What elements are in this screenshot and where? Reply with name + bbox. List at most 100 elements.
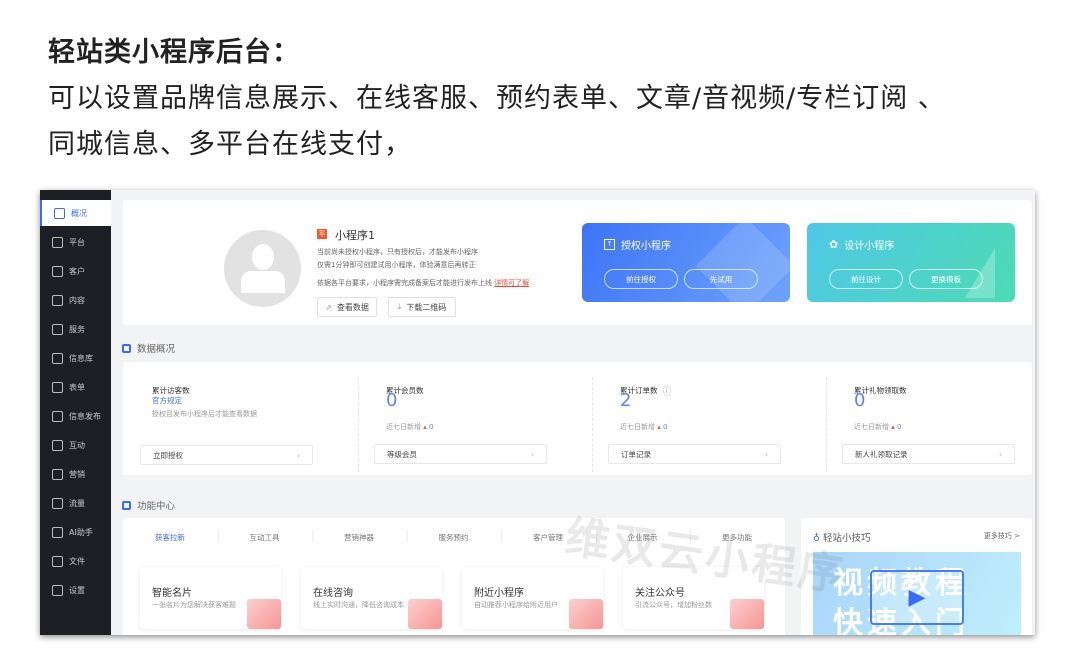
function-tab[interactable]: 营销神器 [312, 532, 406, 543]
video-tutorial-banner[interactable]: 视频教程 快速入门 ▶ [813, 552, 1021, 635]
profile-note: 当前尚未授权小程序，只有授权后，才能发布小程序 [317, 248, 478, 256]
heading-title: 轻站类小程序后台： [48, 37, 300, 68]
function-tab[interactable]: 获客拉新 [123, 532, 217, 543]
play-icon[interactable]: ▶ [870, 570, 964, 625]
sidebar-item[interactable]: 文件 [40, 548, 111, 574]
sidebar-item[interactable]: 互动 [40, 432, 111, 458]
chevron-right-icon: › [297, 450, 300, 460]
authorize-card: ↑ 授权小程序 前往授权 先试用 [582, 223, 790, 302]
grid-icon [122, 500, 131, 510]
function-tab[interactable]: 互动工具 [218, 532, 312, 543]
sidebar-item[interactable]: 客户 [40, 258, 111, 284]
heading-line: 同城信息、多平台在线支付， [48, 129, 412, 160]
function-card[interactable]: 智能名片 一张名片为您解决获客难题 [140, 567, 281, 629]
sidebar-item-label: 信息库 [69, 353, 93, 363]
publish-icon [52, 410, 63, 422]
avatar [224, 230, 301, 307]
details-link[interactable]: 详情可了解 [494, 279, 529, 287]
download-qr-button[interactable]: ⤓ 下载二维码 [388, 297, 456, 317]
up-arrow-icon: ▴ [891, 423, 895, 431]
function-card[interactable]: 关注公众号引流公众号，增加粉丝数 [623, 567, 764, 629]
sidebar-item[interactable]: 营销 [40, 461, 111, 487]
sidebar-item-label: 流量 [69, 498, 85, 508]
profile-note: 依据各平台要求，小程序需完成备案后才能进行发布上线 详情可了解 [317, 278, 529, 288]
stat-note: 授权且发布小程序后才能查看数据 [152, 410, 257, 418]
profile-card: 平 小程序1 当前尚未授权小程序，只有授权后，才能发布小程序 仅需1分钟即可创建… [123, 200, 1032, 325]
chevron-right-icon: › [765, 449, 768, 459]
function-center-card: 获客拉新 互动工具 营销神器 服务预约 客户管理 企业展示 更多功能智能名片 一张名片为您解决… [123, 518, 785, 635]
sidebar-item[interactable]: AI助手 [40, 519, 111, 545]
function-desc: 线上实时沟通，降低咨询成本 [313, 601, 404, 609]
sidebar-item-label: 平台 [69, 237, 85, 247]
change-template-button[interactable]: 更换模板 [909, 269, 983, 289]
official-rules-link[interactable]: 官方规定 [152, 395, 182, 406]
sidebar-item-label: 设置 [69, 585, 85, 595]
sidebar-item[interactable]: 表单 [40, 374, 111, 400]
sidebar-item[interactable]: 信息发布 [40, 403, 111, 429]
tips-card: ♁ 轻站小技巧 更多技巧 > 视频教程 快速入门 ▶ [801, 518, 1032, 635]
sidebar-item[interactable]: 流量 [40, 490, 111, 516]
function-card[interactable]: 附近小程序 自动推荐小程序给附近用户 [462, 567, 603, 629]
chart-icon [122, 343, 131, 353]
sidebar-item-label: 信息发布 [69, 411, 101, 421]
function-card[interactable]: 在线咨询线上实时沟通，降低咨询成本 [301, 567, 442, 629]
view-data-button[interactable]: ⇗ 查看数据 [317, 297, 377, 317]
sidebar-item[interactable]: 信息库 [40, 345, 111, 371]
action-label: 新人礼领取记录 [855, 449, 908, 459]
go-authorize-button[interactable]: 前往授权 [604, 269, 678, 289]
folder-icon [52, 555, 63, 567]
stat-action-button[interactable]: 等级会员 › [374, 444, 547, 464]
function-tab[interactable]: 更多功能 [690, 532, 784, 543]
go-design-button[interactable]: 前往设计 [829, 269, 903, 289]
recent-value: 0 [662, 423, 668, 431]
design-title: 设计小程序 [844, 241, 895, 252]
chevron-right-icon: › [531, 449, 534, 459]
stat-value: 0 [854, 390, 866, 411]
authorize-title: 授权小程序 [621, 241, 671, 252]
bulb-icon: ♁ [813, 533, 820, 544]
sidebar-item[interactable]: 服务 [40, 316, 111, 342]
sidebar-item[interactable]: 平台 [40, 229, 111, 255]
sidebar-item-label: 内容 [69, 295, 85, 305]
function-name: 关注公众号 [635, 588, 685, 599]
function-tab[interactable]: 客户管理 [501, 532, 595, 543]
download-icon: ⤓ [397, 302, 402, 311]
up-arrow-icon: ▴ [657, 423, 661, 431]
illustration-icon [569, 599, 603, 629]
info-icon: i [662, 386, 671, 396]
tips-title: 轻站小技巧 [823, 533, 871, 544]
recent-value: 0 [896, 423, 902, 431]
function-desc: 引流公众号，增加粉丝数 [635, 601, 712, 609]
message-icon [52, 352, 63, 364]
design-icon: ✿ [829, 238, 839, 251]
sidebar-item[interactable]: 概况 [40, 200, 111, 226]
action-label: 订单记录 [621, 449, 651, 459]
sidebar-item-label: 营销 [69, 469, 85, 479]
function-center-header: 功能中心 [122, 498, 175, 512]
stat-recent: 近七日新增 ▴ 0 [620, 422, 667, 432]
more-tips-link[interactable]: 更多技巧 > [984, 531, 1020, 541]
try-first-button[interactable]: 先试用 [684, 269, 758, 289]
stat-action-button[interactable]: 订单记录 › [608, 444, 781, 464]
sidebar-item[interactable]: 内容 [40, 287, 111, 313]
stat-action-button[interactable]: 新人礼领取记录 › [842, 444, 1015, 464]
heading-line: 可以设置品牌信息展示、在线客服、预约表单、文章/音视频/专栏订阅 、 [48, 83, 946, 114]
recent-value: 0 [428, 423, 434, 431]
megaphone-icon [52, 497, 63, 509]
profile-note-text: 依据各平台要求，小程序需完成备案后才能进行发布上线 [317, 279, 492, 287]
user-icon [52, 265, 63, 277]
stat-label: 累计访客数 [152, 386, 190, 395]
stat-action-button[interactable]: 立即授权 › [140, 445, 313, 465]
profile-note: 仅需1分钟即可创建试用小程序，体验满意后再转正 [317, 261, 476, 269]
sidebar-item-label: 互动 [69, 440, 85, 450]
design-card: ✿ 设计小程序 前往设计 更换模板 [807, 223, 1015, 302]
data-overview-header: 数据概况 [122, 341, 175, 355]
function-tab[interactable]: 服务预约 [407, 532, 501, 543]
function-name: 在线咨询 [313, 588, 353, 599]
download-qr-label: 下载二维码 [406, 302, 447, 312]
section-title: 数据概况 [137, 344, 176, 355]
sidebar-item[interactable]: 设置 [40, 577, 111, 603]
function-tab[interactable]: 企业展示 [596, 532, 690, 543]
admin-screenshot: 概况平台客户内容服务信息库表单信息发布互动营销流量 AI助手文件设置 平 小程序1… [40, 190, 1035, 635]
illustration-icon [730, 599, 764, 629]
